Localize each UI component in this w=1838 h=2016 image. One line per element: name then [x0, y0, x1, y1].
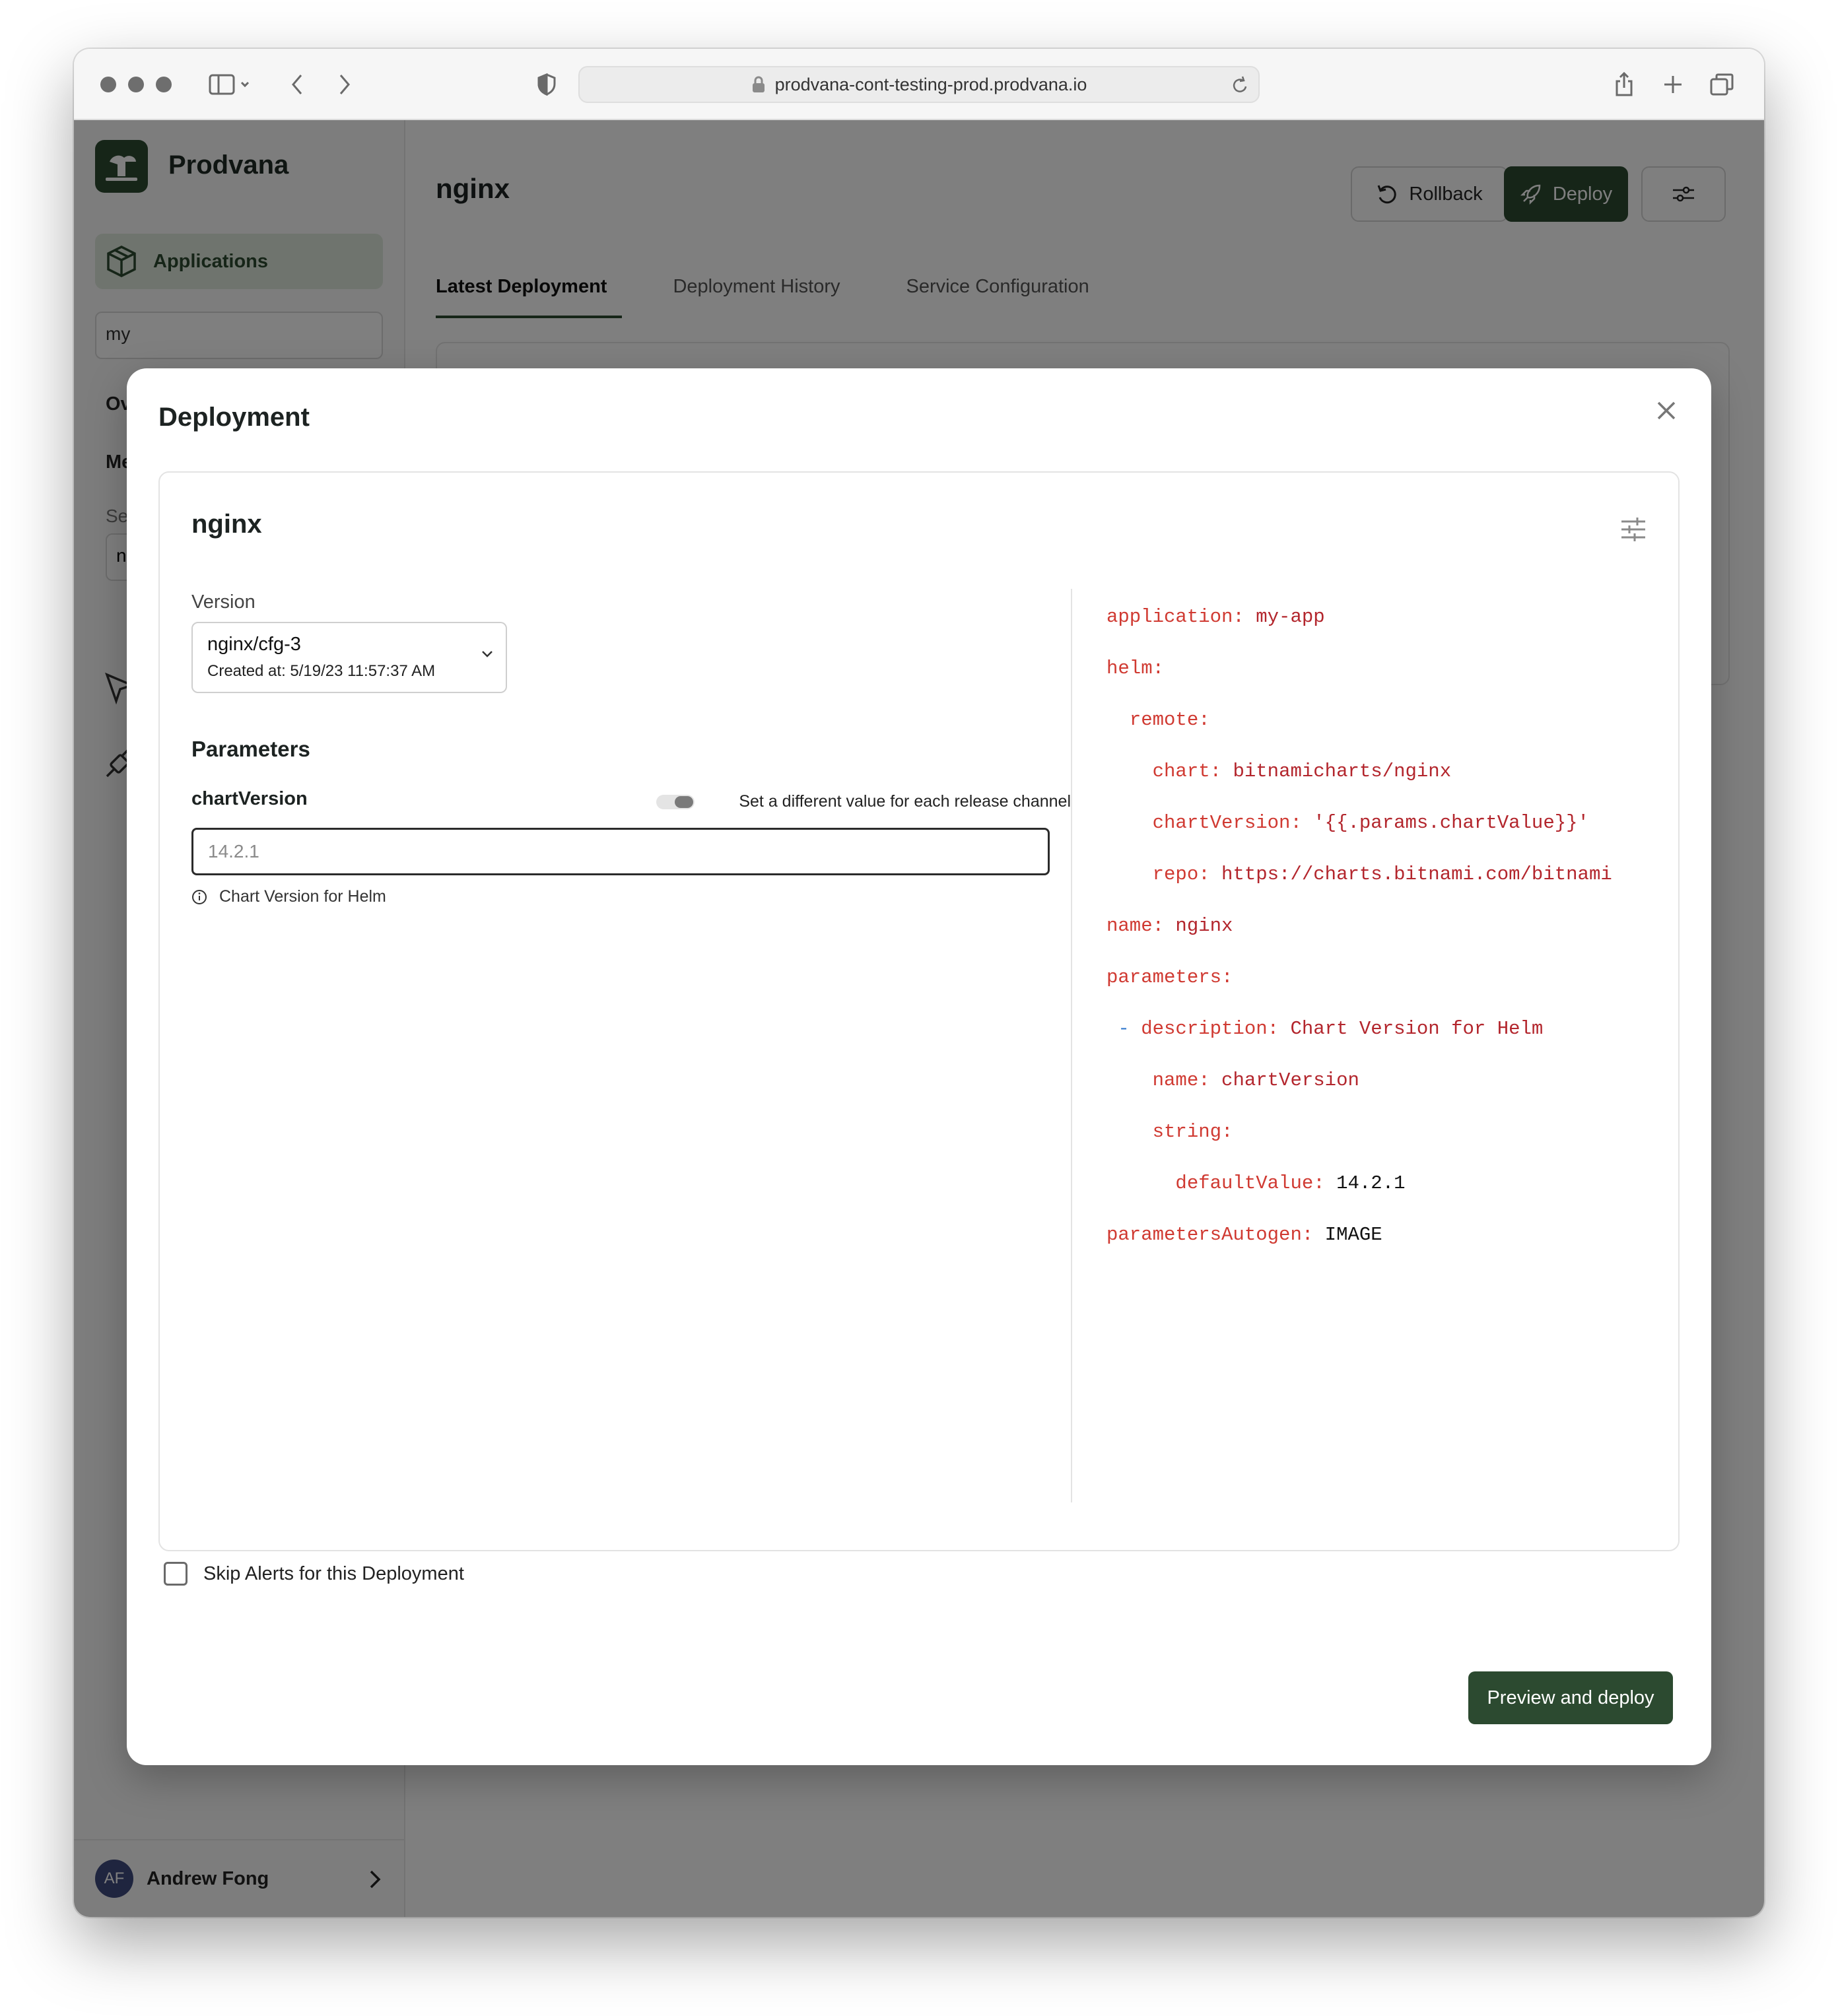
yaml-line: name: chartVersion	[1106, 1055, 1612, 1106]
per-channel-toggle[interactable]	[656, 795, 695, 809]
tune-icon	[1621, 518, 1645, 541]
yaml-key: parametersAutogen:	[1106, 1224, 1314, 1246]
url-text: prodvana-cont-testing-prod.prodvana.io	[774, 74, 1087, 94]
back-icon[interactable]	[284, 70, 310, 99]
yaml-key: string:	[1152, 1121, 1233, 1143]
config-yaml: application: my-app helm: remote: chart: …	[1106, 591, 1612, 1261]
config-settings-button[interactable]	[1615, 511, 1652, 548]
reload-icon[interactable]	[1231, 75, 1249, 95]
zoom-window-button[interactable]	[156, 77, 172, 92]
yaml-key: application:	[1106, 606, 1244, 628]
chart-version-input[interactable]	[191, 828, 1050, 875]
address-bar[interactable]: prodvana-cont-testing-prod.prodvana.io	[578, 66, 1260, 103]
yaml-line: defaultValue: 14.2.1	[1106, 1158, 1612, 1209]
new-tab-icon[interactable]	[1660, 70, 1686, 99]
deployment-modal: Deployment nginx Version nginx/cfg-3 Cre…	[127, 368, 1711, 1765]
chevron-down-icon	[482, 651, 493, 657]
yaml-line: chartVersion: '{{.params.chartValue}}'	[1106, 797, 1612, 849]
yaml-line: helm:	[1106, 643, 1612, 694]
yaml-key: helm:	[1106, 657, 1165, 679]
per-channel-toggle-label: Set a different value for each release c…	[739, 792, 1071, 811]
app: Prodvana Applications my Ov Me Se n AF A…	[74, 120, 1764, 1917]
yaml-line: repo: https://charts.bitnami.com/bitnami	[1106, 849, 1612, 900]
yaml-value: Chart Version for Helm	[1290, 1018, 1544, 1040]
sidebar-toggle-icon[interactable]	[203, 70, 256, 99]
browser-titlebar: prodvana-cont-testing-prod.prodvana.io	[74, 49, 1764, 120]
tab-overview-icon[interactable]	[1709, 70, 1735, 99]
yaml-key: chartVersion:	[1152, 812, 1302, 834]
yaml-value: https://charts.bitnami.com/bitnami	[1221, 863, 1612, 885]
yaml-list-dash: -	[1118, 1018, 1130, 1040]
parameter-hint: Chart Version for Helm	[191, 887, 386, 906]
skip-alerts-row[interactable]: Skip Alerts for this Deployment	[164, 1562, 464, 1586]
lock-icon	[752, 76, 765, 92]
yaml-line: remote:	[1106, 694, 1612, 746]
modal-title: Deployment	[158, 403, 310, 432]
service-name: nginx	[191, 510, 262, 539]
yaml-key: name:	[1152, 1069, 1210, 1091]
version-label: Version	[191, 591, 255, 613]
forward-icon[interactable]	[331, 70, 358, 99]
yaml-value: 14.2.1	[1336, 1172, 1406, 1194]
skip-alerts-checkbox[interactable]	[164, 1562, 187, 1586]
preview-and-deploy-button[interactable]: Preview and deploy	[1468, 1671, 1673, 1724]
yaml-line: parametersAutogen: IMAGE	[1106, 1209, 1612, 1261]
version-selected-value: nginx/cfg-3	[207, 634, 301, 655]
skip-alerts-label: Skip Alerts for this Deployment	[203, 1562, 464, 1584]
yaml-key: name:	[1106, 915, 1165, 937]
parameters-heading: Parameters	[191, 737, 310, 761]
yaml-value: bitnamicharts/nginx	[1233, 760, 1452, 782]
minimize-window-button[interactable]	[128, 77, 144, 92]
yaml-key: defaultValue:	[1175, 1172, 1325, 1194]
yaml-value: chartVersion	[1221, 1069, 1359, 1091]
version-select[interactable]: nginx/cfg-3 Created at: 5/19/23 11:57:37…	[191, 622, 507, 693]
yaml-line: - description: Chart Version for Helm	[1106, 1003, 1612, 1055]
version-created-at: Created at: 5/19/23 11:57:37 AM	[207, 662, 436, 680]
yaml-key: parameters:	[1106, 966, 1233, 988]
close-window-button[interactable]	[100, 77, 116, 92]
yaml-line: chart: bitnamicharts/nginx	[1106, 746, 1612, 797]
yaml-key: description:	[1141, 1018, 1279, 1040]
share-icon[interactable]	[1611, 70, 1637, 99]
yaml-key: repo:	[1152, 863, 1210, 885]
yaml-value: '{{.params.chartValue}}'	[1313, 812, 1589, 834]
close-button[interactable]	[1648, 392, 1685, 429]
yaml-line: parameters:	[1106, 952, 1612, 1003]
panel-divider	[1071, 589, 1072, 1502]
yaml-key: chart:	[1152, 760, 1222, 782]
yaml-value: IMAGE	[1324, 1224, 1382, 1246]
yaml-key: remote:	[1129, 709, 1210, 731]
info-icon	[192, 889, 207, 904]
deployment-config-panel: nginx Version nginx/cfg-3 Created at: 5/…	[158, 471, 1680, 1551]
close-icon	[1657, 401, 1676, 420]
parameter-name: chartVersion	[191, 788, 308, 809]
yaml-line: application: my-app	[1106, 591, 1612, 643]
parameter-hint-text: Chart Version for Helm	[219, 887, 386, 906]
browser-window: prodvana-cont-testing-prod.prodvana.io P…	[74, 49, 1764, 1917]
yaml-line: name: nginx	[1106, 900, 1612, 952]
yaml-value: my-app	[1256, 606, 1325, 628]
yaml-value: nginx	[1175, 915, 1233, 937]
yaml-line: string:	[1106, 1106, 1612, 1158]
privacy-shield-icon[interactable]	[533, 70, 560, 99]
